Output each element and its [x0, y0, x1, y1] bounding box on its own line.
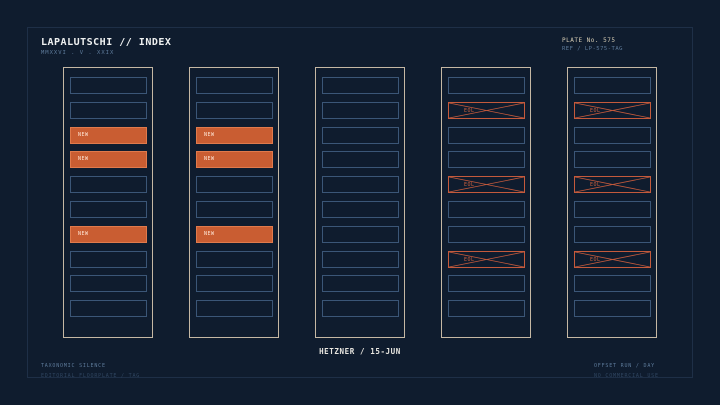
cross-out-icon: [449, 251, 524, 267]
rack-slot-new: NEW: [196, 151, 273, 169]
rack-slot-empty: [196, 77, 273, 94]
cross-out-icon: [449, 177, 524, 193]
rack-slot-empty: [574, 77, 651, 94]
cross-out-icon: [575, 251, 650, 267]
rack-slot-empty: [196, 250, 273, 268]
rack-diagram: NEW NEW NEW NEW NEW NEW EOL EOL EOL EOL EOL EOL: [0, 0, 720, 405]
slot-tag-eol: EOL: [464, 107, 475, 114]
rack-slot-empty: [196, 275, 273, 293]
rack-slot-empty: [322, 101, 399, 119]
rack-slot-empty: [322, 250, 399, 268]
rack-3: [315, 67, 405, 338]
rack-slot-empty: [196, 176, 273, 194]
rack-slot-eol: EOL: [448, 101, 525, 119]
rack-slot-empty: [70, 176, 147, 194]
slot-tag-new: NEW: [78, 156, 89, 163]
rack-slot-empty: [322, 300, 399, 318]
rack-slot-empty: [448, 151, 525, 169]
rack-slot-empty: [448, 201, 525, 218]
rack-slot-new: NEW: [196, 225, 273, 243]
rack-slot-new: NEW: [70, 126, 147, 144]
slot-tag-new: NEW: [78, 131, 89, 138]
slot-tag-new: NEW: [204, 156, 215, 163]
footer-right-line2: NO COMMERCIAL USE: [594, 373, 659, 379]
rack-slot-empty: [196, 300, 273, 318]
rack-slot-empty: [574, 275, 651, 293]
rack-slot-empty: [448, 225, 525, 243]
rack-slot-empty: [70, 275, 147, 293]
footer-left-line2: EDITORIAL FLOORPLATE / TAG: [41, 373, 141, 379]
rack-slot-empty: [574, 201, 651, 218]
slot-tag-eol: EOL: [590, 182, 601, 189]
rack-slot-empty: [448, 77, 525, 94]
slot-tag-eol: EOL: [464, 256, 475, 263]
cross-out-icon: [575, 177, 650, 193]
rack-1: NEW NEW NEW: [63, 67, 153, 338]
rack-slot-empty: [70, 101, 147, 119]
rack-slot-empty: [574, 225, 651, 243]
slot-tag-new: NEW: [204, 131, 215, 138]
rack-slot-empty: [322, 176, 399, 194]
slot-tag-new: NEW: [204, 230, 215, 237]
rack-slot-empty: [322, 126, 399, 144]
rack-slot-empty: [322, 77, 399, 94]
slot-tag-eol: EOL: [590, 256, 601, 263]
rack-slot-new: NEW: [196, 126, 273, 144]
rack-2: NEW NEW NEW: [189, 67, 279, 338]
slot-tag-new: NEW: [78, 230, 89, 237]
rack-slot-empty: [448, 275, 525, 293]
rack-slot-eol: EOL: [574, 250, 651, 268]
rack-slot-eol: EOL: [574, 101, 651, 119]
rack-slot-empty: [70, 250, 147, 268]
rack-slot-empty: [70, 300, 147, 318]
slot-tag-eol: EOL: [590, 107, 601, 114]
footer-right-line1: OFFSET RUN / DAY: [594, 363, 655, 369]
diagram-caption: HETZNER / 15-JUN: [319, 347, 401, 356]
footer-left-line1: TAXONOMIC SILENCE: [41, 363, 106, 369]
rack-slot-empty: [448, 126, 525, 144]
rack-slot-empty: [70, 77, 147, 94]
rack-5: EOL EOL EOL: [567, 67, 657, 338]
rack-slot-new: NEW: [70, 225, 147, 243]
rack-slot-empty: [448, 300, 525, 318]
rack-slot-eol: EOL: [574, 176, 651, 194]
rack-slot-eol: EOL: [448, 250, 525, 268]
rack-slot-empty: [322, 151, 399, 169]
rack-slot-empty: [70, 201, 147, 218]
rack-slot-empty: [574, 151, 651, 169]
cross-out-icon: [449, 102, 524, 118]
rack-4: EOL EOL EOL: [441, 67, 531, 338]
rack-slot-empty: [574, 126, 651, 144]
rack-slot-new: NEW: [70, 151, 147, 169]
rack-slot-empty: [574, 300, 651, 318]
slot-tag-eol: EOL: [464, 182, 475, 189]
rack-slot-empty: [322, 275, 399, 293]
rack-slot-empty: [322, 201, 399, 218]
cross-out-icon: [575, 102, 650, 118]
rack-slot-empty: [196, 201, 273, 218]
rack-slot-empty: [322, 225, 399, 243]
rack-slot-empty: [196, 101, 273, 119]
rack-slot-eol: EOL: [448, 176, 525, 194]
